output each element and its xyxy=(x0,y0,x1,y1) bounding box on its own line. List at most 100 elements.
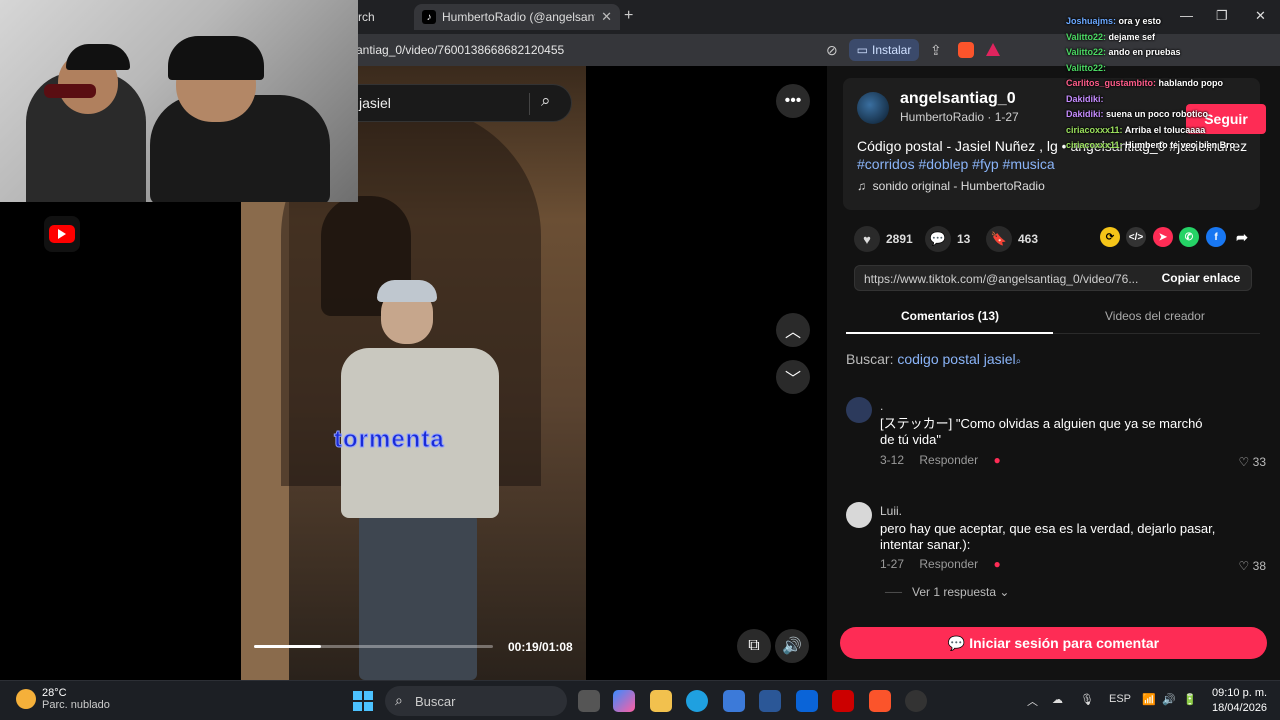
volume-button[interactable]: 🔊 xyxy=(775,629,809,663)
heart-icon: ♥ xyxy=(854,226,880,252)
previous-video-button[interactable]: ︿ xyxy=(776,313,810,347)
search-icon[interactable]: ⌕ xyxy=(541,91,551,111)
battery-icon[interactable]: 🔋 xyxy=(1183,693,1197,706)
system-clock[interactable]: 09:10 p. m. 18/04/2026 xyxy=(1212,686,1267,716)
tab-creator-videos[interactable]: Videos del creador xyxy=(1105,309,1205,323)
author-subtitle: HumbertoRadio · 1-27 xyxy=(900,110,1019,124)
send-icon[interactable]: ➤ xyxy=(1153,227,1173,247)
comment-meta: 1-27 Responder ● xyxy=(880,557,1013,571)
close-tab-icon[interactable]: ✕ xyxy=(601,9,612,25)
share-arrow-icon[interactable]: ➦ xyxy=(1232,227,1252,247)
chat-username: Dakidiki: xyxy=(1066,109,1104,119)
store-icon[interactable] xyxy=(723,690,745,712)
brave-rewards-icon[interactable] xyxy=(986,43,1000,56)
save-stat[interactable]: 🔖 463 xyxy=(986,226,1038,252)
streamer-figure xyxy=(66,44,130,70)
like-stat[interactable]: ♥ 2891 xyxy=(854,226,913,252)
next-video-button[interactable]: ﹀ xyxy=(776,360,810,394)
commenter-name[interactable]: . xyxy=(880,399,883,413)
chat-text: hablando popo xyxy=(1158,78,1224,88)
install-label: Instalar xyxy=(871,43,912,57)
whatsapp-icon[interactable]: ✆ xyxy=(1179,227,1199,247)
commenter-avatar[interactable] xyxy=(846,502,872,528)
brave-shields-icon[interactable] xyxy=(958,42,974,58)
comment-icon: 💬 xyxy=(925,226,951,252)
app-icon[interactable] xyxy=(832,690,854,712)
copilot-icon[interactable] xyxy=(613,690,635,712)
streamer-figure xyxy=(168,36,264,80)
sound-info[interactable]: ♫ sonido original - HumbertoRadio xyxy=(857,179,1045,193)
new-tab-button[interactable]: + xyxy=(624,7,633,25)
youtube-icon xyxy=(44,216,80,252)
obs-icon[interactable] xyxy=(905,690,927,712)
author-avatar[interactable] xyxy=(857,92,889,124)
copy-link-button[interactable]: Copiar enlace xyxy=(1151,266,1251,290)
comment-item: . [ステッカー] "Como olvidas a alguien que ya… xyxy=(846,397,1266,477)
embed-icon[interactable]: </> xyxy=(1126,227,1146,247)
more-options-button[interactable]: ••• xyxy=(776,84,810,118)
sound-label: sonido original - HumbertoRadio xyxy=(872,179,1045,193)
share-link[interactable]: https://www.tiktok.com/@angelsantiag_0/v… xyxy=(864,272,1146,286)
facebook-icon[interactable]: f xyxy=(1206,227,1226,247)
soda-bottle xyxy=(44,84,96,98)
comment-likes[interactable]: ♡ 38 xyxy=(1239,559,1266,573)
commenter-avatar[interactable] xyxy=(846,397,872,423)
language-indicator[interactable]: ESP xyxy=(1109,693,1131,705)
reply-button[interactable]: Responder xyxy=(919,557,978,571)
weather-condition: Parc. nublado xyxy=(42,699,110,711)
search-bar[interactable]: jasiel ⌕ xyxy=(340,84,572,122)
comment-stat[interactable]: 💬 13 xyxy=(925,226,970,252)
camera-off-icon[interactable]: ⊘ xyxy=(826,42,838,59)
install-button[interactable]: ▭ Instalar xyxy=(849,39,919,61)
comment-bubble-icon: 💬 xyxy=(947,634,970,651)
volume-icon[interactable]: 🔊 xyxy=(1162,693,1176,706)
comment-date: 1-27 xyxy=(880,557,905,571)
tab-label: HumbertoRadio (@angelsant xyxy=(442,10,596,24)
windows-start-icon[interactable] xyxy=(353,691,373,711)
tab-comments[interactable]: Comentarios (13) xyxy=(901,309,999,323)
app-icon[interactable] xyxy=(759,690,781,712)
comment-search-term[interactable]: codigo postal jasiel xyxy=(897,351,1015,367)
chat-message: Valitto22: dejame sef xyxy=(1066,30,1276,46)
task-view-icon[interactable] xyxy=(578,690,600,712)
side-panel: angelsantiag_0 HumbertoRadio · 1-27 Códi… xyxy=(827,66,1280,680)
wifi-icon[interactable]: 📶 xyxy=(1142,693,1156,706)
chat-text: Arriba el tolucaaaa xyxy=(1124,124,1206,135)
comment-likes[interactable]: ♡ 33 xyxy=(1239,455,1266,469)
mail-icon[interactable] xyxy=(796,690,818,712)
commenter-name[interactable]: Luii. xyxy=(880,504,902,518)
url-field[interactable]: antiag_0/video/7600138668682120455 xyxy=(356,43,564,57)
share-page-icon[interactable]: ⇪ xyxy=(930,42,942,59)
video-progress-bar[interactable] xyxy=(254,645,493,648)
pip-button[interactable]: ⧉ xyxy=(737,629,771,663)
tab-search[interactable]: rch xyxy=(350,4,410,30)
comment-search[interactable]: Buscar: codigo postal jasiel⌕ xyxy=(846,351,1021,367)
microphone-icon[interactable]: 🎙 xyxy=(1080,693,1094,706)
like-count: 2891 xyxy=(886,232,913,246)
search-input[interactable]: jasiel xyxy=(359,95,391,111)
hashtags[interactable]: #corridos #doblep #fyp #musica xyxy=(857,156,1055,172)
repost-icon[interactable]: ⟳ xyxy=(1100,227,1120,247)
chat-username: ciriacoxxx11: xyxy=(1066,124,1123,135)
login-to-comment-button[interactable]: 💬 Iniciar sesión para comentar xyxy=(840,627,1267,659)
brave-icon[interactable] xyxy=(869,690,891,712)
chevron-up-icon[interactable]: ︿ xyxy=(1027,693,1038,709)
tab-humbertoradio[interactable]: ♪ HumbertoRadio (@angelsant ✕ xyxy=(414,4,620,30)
chat-username: Valitto22: xyxy=(1066,62,1107,73)
weather-widget[interactable]: 28°C Parc. nublado xyxy=(16,687,110,711)
share-link-box: https://www.tiktok.com/@angelsantiag_0/v… xyxy=(854,265,1252,291)
tiktok-icon: ♪ xyxy=(422,10,436,24)
cloud-icon[interactable]: ☁ xyxy=(1052,693,1063,706)
comment-date: 3-12 xyxy=(880,453,905,467)
view-replies-button[interactable]: ── Ver 1 respuesta ⌄ xyxy=(885,585,1009,599)
chat-message: Carlitos_gustambito: hablando popo xyxy=(1066,76,1276,92)
edge-icon[interactable] xyxy=(686,690,708,712)
reply-button[interactable]: Responder xyxy=(919,453,978,467)
webcam-overlay xyxy=(0,0,358,202)
file-explorer-icon[interactable] xyxy=(650,690,672,712)
author-name[interactable]: angelsantiag_0 xyxy=(900,90,1016,108)
taskbar-search[interactable]: ⌕ Buscar xyxy=(385,686,567,716)
more-icon: ••• xyxy=(784,92,802,109)
bookmark-icon: 🔖 xyxy=(986,226,1012,252)
chat-text: suena un poco robotico xyxy=(1106,109,1209,119)
